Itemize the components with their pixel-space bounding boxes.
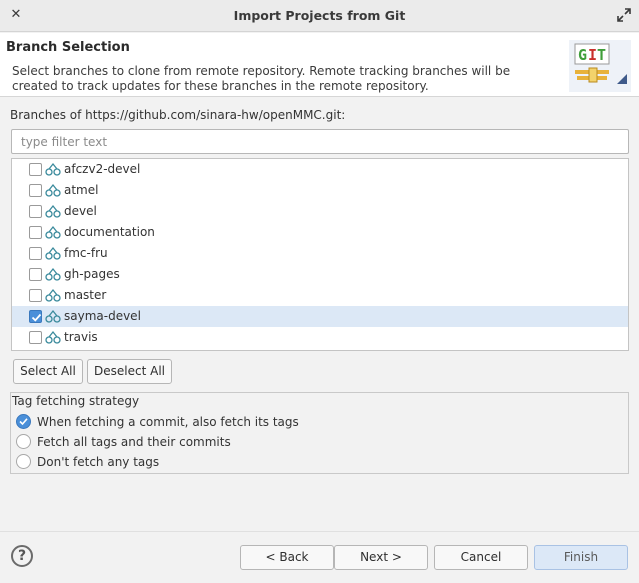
branch-row[interactable]: documentation (12, 222, 628, 243)
select-all-button[interactable]: Select All (13, 359, 83, 384)
window-title: Import Projects from Git (233, 8, 406, 23)
radio-label: Don't fetch any tags (37, 455, 160, 469)
branch-checkbox[interactable] (29, 184, 42, 197)
tag-strategy-label: Tag fetching strategy (12, 394, 140, 408)
branch-row[interactable]: devel (12, 201, 628, 222)
deselect-all-button[interactable]: Deselect All (87, 359, 172, 384)
radio-label: Fetch all tags and their commits (37, 435, 231, 449)
page-description: Select branches to clone from remote rep… (12, 64, 511, 93)
checkmark-icon (19, 418, 28, 426)
branch-icon (45, 204, 61, 218)
svg-text:G: G (578, 46, 587, 64)
branch-icon (45, 309, 61, 323)
radio-button[interactable] (16, 454, 31, 469)
branch-label: devel (64, 204, 97, 218)
finish-button[interactable]: Finish (534, 545, 628, 570)
branch-filter-input[interactable] (11, 129, 629, 154)
git-logo-icon: G I T (569, 40, 631, 92)
branch-icon (45, 162, 61, 176)
branch-icon (45, 288, 61, 302)
branches-label: Branches of https://github.com/sinara-hw… (10, 108, 346, 122)
next-button[interactable]: Next > (334, 545, 428, 570)
branch-checkbox[interactable] (29, 289, 42, 302)
back-button[interactable]: < Back (240, 545, 334, 570)
wizard-banner: Branch Selection Select branches to clon… (0, 33, 639, 97)
branch-label: afczv2-devel (64, 162, 141, 176)
branch-checkbox[interactable] (29, 331, 42, 344)
page-title: Branch Selection (6, 40, 130, 55)
branch-icon (45, 267, 61, 281)
cancel-button[interactable]: Cancel (434, 545, 528, 570)
branch-label: atmel (64, 183, 99, 197)
branch-row[interactable]: afczv2-devel (12, 159, 628, 180)
branch-label: sayma-devel (64, 309, 141, 323)
branch-row[interactable]: sayma-devel (12, 306, 628, 327)
branch-label: fmc-fru (64, 246, 108, 260)
branch-icon (45, 246, 61, 260)
radio-button[interactable] (16, 434, 31, 449)
branch-checkbox[interactable] (29, 268, 42, 281)
branch-icon (45, 225, 61, 239)
branch-checkbox[interactable] (29, 310, 42, 323)
branch-icon (45, 183, 61, 197)
title-bar: ✕ Import Projects from Git (0, 0, 639, 32)
branch-row[interactable]: fmc-fru (12, 243, 628, 264)
branch-list[interactable]: afczv2-devel atmel devel documentation f… (11, 158, 629, 351)
maximize-icon[interactable] (617, 8, 631, 22)
branch-row[interactable]: master (12, 285, 628, 306)
branch-row[interactable]: travis (12, 327, 628, 348)
radio-button[interactable] (16, 414, 31, 429)
branch-checkbox[interactable] (29, 205, 42, 218)
branch-checkbox[interactable] (29, 226, 42, 239)
svg-text:T: T (597, 46, 606, 64)
branch-label: master (64, 288, 107, 302)
branch-checkbox[interactable] (29, 247, 42, 260)
branch-label: documentation (64, 225, 155, 239)
branch-row[interactable]: atmel (12, 180, 628, 201)
branch-row[interactable]: gh-pages (12, 264, 628, 285)
branch-icon (45, 330, 61, 344)
tag-strategy-group: Tag fetching strategy When fetching a co… (10, 392, 629, 474)
help-icon[interactable]: ? (11, 545, 33, 567)
checkmark-icon (31, 313, 42, 322)
radio-label: When fetching a commit, also fetch its t… (37, 415, 299, 429)
branch-label: travis (64, 330, 98, 344)
footer-divider (0, 531, 639, 532)
branch-label: gh-pages (64, 267, 120, 281)
svg-text:I: I (588, 46, 597, 64)
branch-checkbox[interactable] (29, 163, 42, 176)
